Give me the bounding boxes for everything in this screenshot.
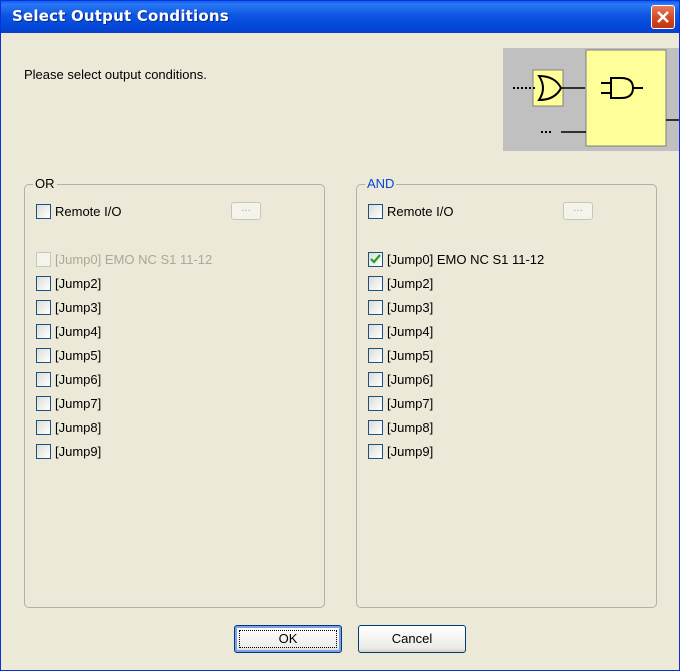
or-jump-checkbox[interactable]: [Jump9]: [36, 442, 101, 460]
and-jump-checkbox[interactable]: [Jump2]: [368, 274, 433, 292]
checkbox-box[interactable]: [36, 371, 51, 387]
checkbox-box[interactable]: [36, 323, 51, 339]
checkbox-label: Remote I/O: [387, 203, 454, 219]
or-jump-checkbox[interactable]: [Jump7]: [36, 394, 101, 412]
logic-gate-illustration: [503, 48, 679, 151]
prompt-text: Please select output conditions.: [24, 67, 207, 82]
checkbox-box: [36, 251, 51, 267]
and-jump-checkbox[interactable]: [Jump9]: [368, 442, 433, 460]
checkbox-box[interactable]: [36, 275, 51, 291]
checkbox-label: [Jump9]: [55, 443, 102, 459]
close-icon: [657, 11, 669, 23]
checkbox-label: [Jump5]: [55, 347, 102, 363]
checkbox-box[interactable]: [36, 419, 51, 435]
checkbox-box[interactable]: [36, 347, 51, 363]
or-jump-checkbox[interactable]: [Jump3]: [36, 298, 101, 316]
window-title: Select Output Conditions: [12, 7, 229, 25]
checkbox-label: [Jump0] EMO NC S1 11-12: [387, 251, 545, 267]
title-bar[interactable]: Select Output Conditions: [1, 1, 679, 33]
checkbox-box[interactable]: [368, 275, 383, 291]
checkbox-box[interactable]: [368, 371, 383, 387]
or-remote-io-checkbox[interactable]: Remote I/O: [36, 202, 121, 220]
checkbox-label: [Jump4]: [387, 323, 434, 339]
checkbox-label: [Jump5]: [387, 347, 434, 363]
focus-ring: [239, 630, 337, 648]
checkbox-label: Remote I/O: [55, 203, 122, 219]
checkbox-box[interactable]: [368, 395, 383, 411]
and-jump-checkbox[interactable]: [Jump0] EMO NC S1 11-12: [368, 250, 544, 268]
checkbox-box[interactable]: [368, 251, 383, 267]
checkbox-label: [Jump3]: [55, 299, 102, 315]
or-and-gate-icon: [503, 48, 679, 151]
checkbox-box[interactable]: [36, 443, 51, 459]
or-jump-checkbox[interactable]: [Jump6]: [36, 370, 101, 388]
or-group-legend: OR: [33, 176, 57, 192]
or-jump-checkbox[interactable]: [Jump4]: [36, 322, 101, 340]
checkbox-label: [Jump3]: [387, 299, 434, 315]
checkbox-label: [Jump9]: [387, 443, 434, 459]
and-jump-checkbox[interactable]: [Jump5]: [368, 346, 433, 364]
checkbox-label: [Jump2]: [387, 275, 434, 291]
dialog-window: Select Output Conditions Please select o…: [0, 0, 680, 671]
or-jump-checkbox[interactable]: [Jump2]: [36, 274, 101, 292]
checkbox-box[interactable]: [368, 419, 383, 435]
checkbox-label: [Jump4]: [55, 323, 102, 339]
checkbox-box[interactable]: [368, 347, 383, 363]
checkbox-label: [Jump0] EMO NC S1 11-12: [55, 251, 213, 267]
or-jump-checkbox[interactable]: [Jump5]: [36, 346, 101, 364]
and-group-legend: AND: [365, 176, 397, 192]
and-remote-io-browse-button[interactable]: ...: [563, 202, 593, 220]
cancel-button-label: Cancel: [391, 631, 433, 646]
checkbox-box[interactable]: [368, 299, 383, 315]
and-jump-checkbox[interactable]: [Jump8]: [368, 418, 433, 436]
checkbox-label: [Jump8]: [387, 419, 434, 435]
checkbox-label: [Jump2]: [55, 275, 102, 291]
or-jump-checkbox: [Jump0] EMO NC S1 11-12: [36, 250, 212, 268]
ok-button[interactable]: OK: [234, 625, 342, 653]
checkbox-label: [Jump6]: [55, 371, 102, 387]
checkbox-box[interactable]: [36, 203, 51, 219]
and-jump-checkbox[interactable]: [Jump6]: [368, 370, 433, 388]
checkbox-box[interactable]: [36, 299, 51, 315]
checkbox-label: [Jump6]: [387, 371, 434, 387]
or-remote-io-browse-button[interactable]: ...: [231, 202, 261, 220]
or-group: OR Remote I/O ... [Jump0] EMO NC S1 11-1…: [24, 176, 325, 608]
checkbox-label: [Jump7]: [55, 395, 102, 411]
cancel-button[interactable]: Cancel: [358, 625, 466, 653]
checkbox-box[interactable]: [368, 443, 383, 459]
and-jump-checkbox[interactable]: [Jump7]: [368, 394, 433, 412]
and-jump-checkbox[interactable]: [Jump3]: [368, 298, 433, 316]
checkbox-label: [Jump8]: [55, 419, 102, 435]
checkbox-box[interactable]: [368, 323, 383, 339]
checkmark-icon: [370, 253, 381, 264]
or-jump-checkbox[interactable]: [Jump8]: [36, 418, 101, 436]
and-remote-io-checkbox[interactable]: Remote I/O: [368, 202, 453, 220]
close-button[interactable]: [651, 5, 675, 29]
checkbox-box[interactable]: [36, 395, 51, 411]
and-jump-checkbox[interactable]: [Jump4]: [368, 322, 433, 340]
and-group: AND Remote I/O ... [Jump0] EMO NC S1 11-…: [356, 176, 657, 608]
checkbox-label: [Jump7]: [387, 395, 434, 411]
checkbox-box[interactable]: [368, 203, 383, 219]
